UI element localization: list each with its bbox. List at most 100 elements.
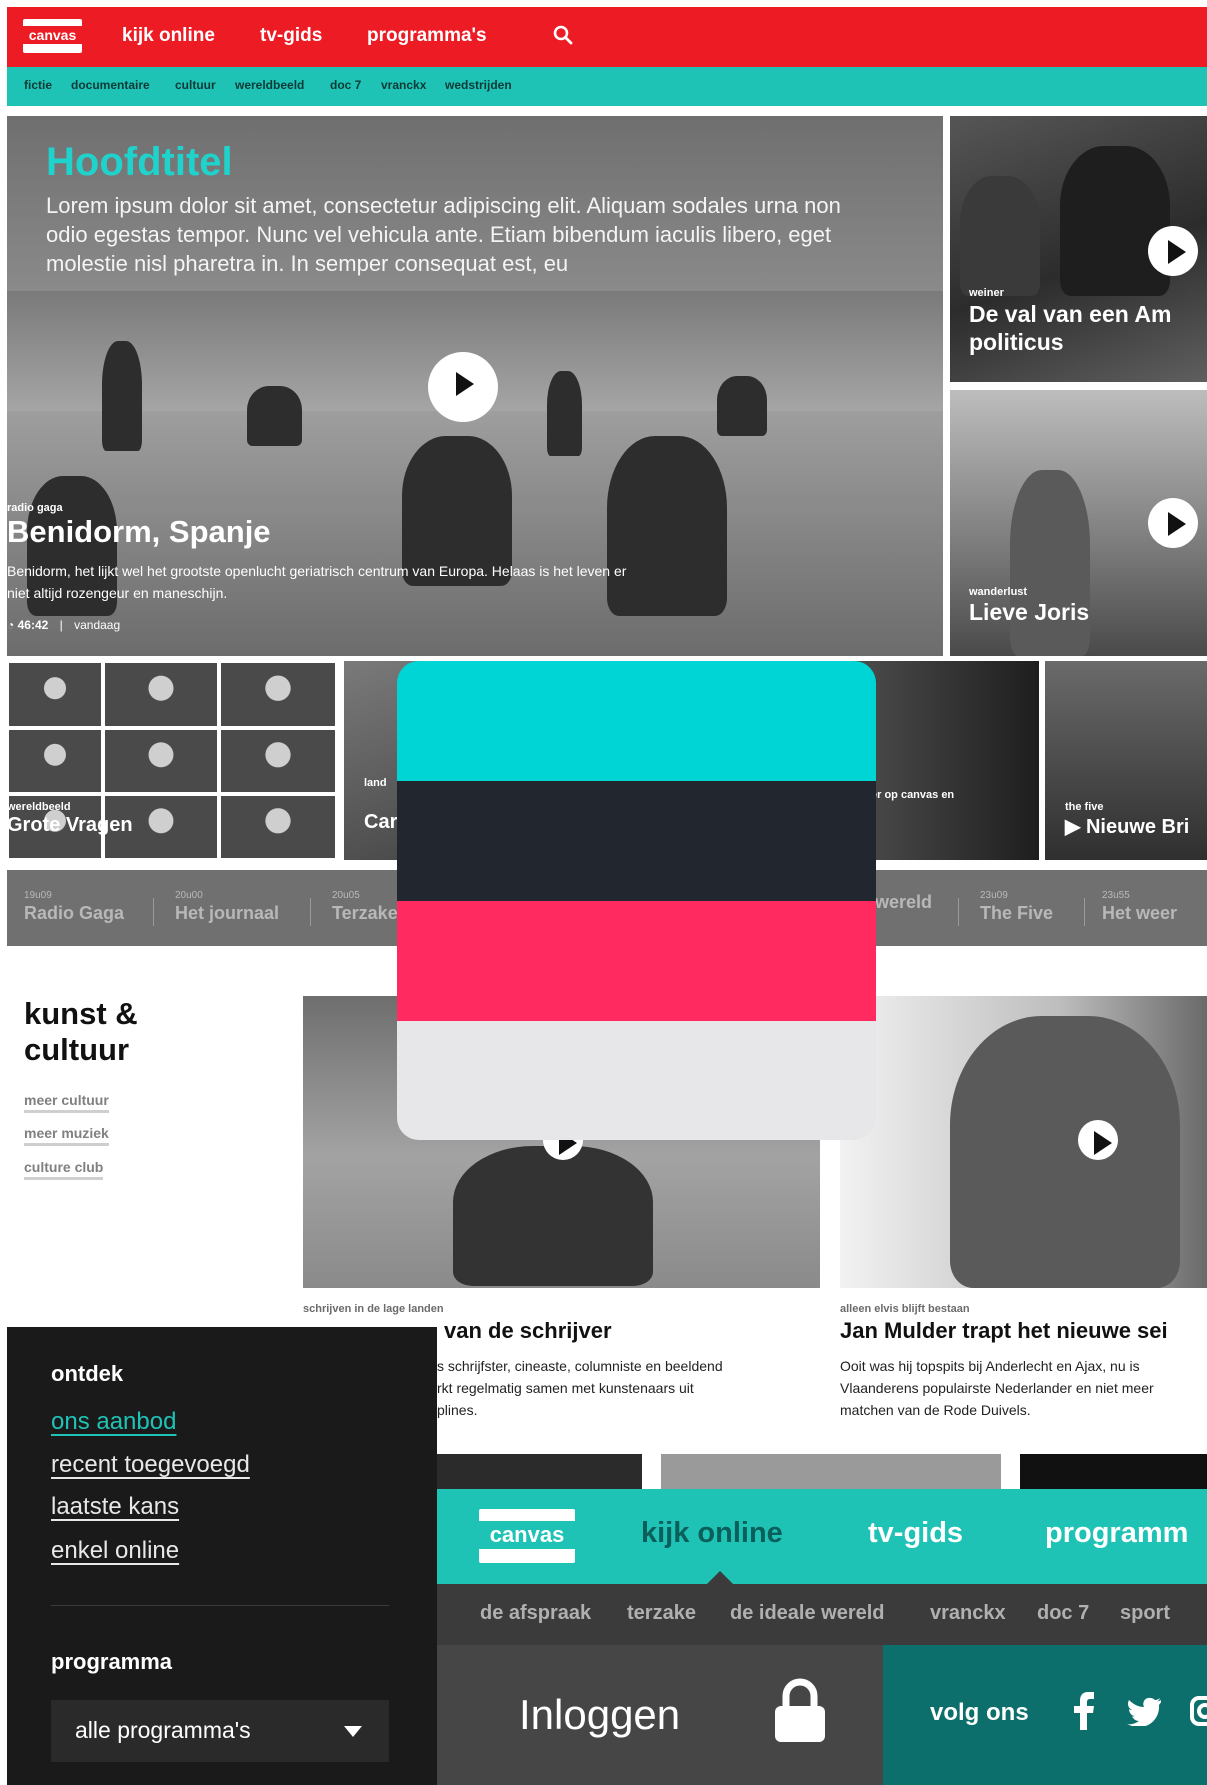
lock-icon bbox=[775, 1678, 825, 1742]
thumb-kicker: the five bbox=[1065, 801, 1104, 813]
portrait-thumb bbox=[103, 661, 219, 728]
thumb-grote-vragen[interactable]: wereldbeeld Grote Vragen bbox=[7, 661, 337, 860]
subnav-sport[interactable]: sport bbox=[1120, 1602, 1170, 1625]
nav-tv-gids[interactable]: tv-gids bbox=[260, 25, 322, 47]
twitter-icon[interactable] bbox=[1125, 1696, 1161, 1726]
thumb-the-five[interactable]: the five ▶ Nieuwe Bri bbox=[1045, 661, 1207, 860]
side-card-weiner[interactable]: weiner De val van een Am politicus bbox=[950, 116, 1207, 382]
side-card-title[interactable]: Lieve Joris bbox=[969, 599, 1089, 626]
subnav-doc7[interactable]: doc 7 bbox=[1037, 1602, 1089, 1625]
card-kicker: schrijven in de lage landen bbox=[303, 1303, 444, 1315]
play-icon[interactable] bbox=[428, 352, 498, 422]
hero-heading: Hoofdtitel bbox=[46, 140, 233, 184]
follow-panel: volg ons bbox=[883, 1645, 1207, 1785]
tv-guide-item[interactable]: 23u55 Het weer bbox=[1102, 890, 1177, 924]
tv-guide-item[interactable]: wereld bbox=[875, 890, 932, 913]
canvas-logo[interactable]: canvas bbox=[23, 19, 82, 53]
subnav-vranckx[interactable]: vranckx bbox=[930, 1602, 1006, 1625]
hero-lorem-text: Lorem ipsum dolor sit amet, consectetur … bbox=[46, 193, 841, 276]
portrait-thumb bbox=[219, 794, 337, 860]
programma-select[interactable]: alle programma's bbox=[51, 1700, 389, 1762]
nav-kijk-online[interactable]: kijk online bbox=[641, 1517, 783, 1550]
facebook-icon[interactable] bbox=[1073, 1692, 1095, 1730]
subnav-de-ideale-wereld[interactable]: de ideale wereld bbox=[730, 1602, 885, 1625]
search-icon[interactable] bbox=[553, 25, 573, 47]
card-description-line: Ooit was hij topspits bij Anderlecht en … bbox=[840, 1358, 1140, 1374]
subnav-wereldbeeld[interactable]: wereldbeeld bbox=[235, 78, 304, 92]
tv-guide-item[interactable]: 20u00 Het journaal bbox=[175, 890, 279, 924]
beach-figure bbox=[717, 376, 767, 436]
card-description-line: Vlaanderens populairste Nederlander en n… bbox=[840, 1380, 1154, 1396]
play-icon[interactable] bbox=[1148, 498, 1198, 548]
play-icon[interactable] bbox=[1148, 226, 1198, 276]
card-image-jan-mulder[interactable] bbox=[840, 996, 1207, 1288]
thumb-title-text: Nieuwe Bri bbox=[1085, 816, 1190, 838]
tv-program: Terzake bbox=[332, 903, 398, 923]
nav-tv-gids[interactable]: tv-gids bbox=[868, 1517, 963, 1550]
subnav-wedstrijden[interactable]: wedstrijden bbox=[445, 78, 512, 92]
card-description-line: matchen van de Rode Duivels. bbox=[840, 1402, 1031, 1418]
tv-time: 23u09 bbox=[980, 890, 1008, 901]
subnav-vranckx[interactable]: vranckx bbox=[381, 78, 426, 92]
card-description-line: plines. bbox=[437, 1402, 478, 1418]
beach-figure bbox=[247, 386, 302, 446]
side-card-lieve-joris[interactable]: wanderlust Lieve Joris bbox=[950, 390, 1207, 656]
thumb-title[interactable]: Grote Vragen bbox=[7, 814, 133, 837]
subnav-terzake[interactable]: terzake bbox=[627, 1602, 696, 1625]
menu-link-recent-toegevoegd[interactable]: recent toegevoegd bbox=[51, 1451, 250, 1479]
section-title: kunst & cultuur bbox=[24, 996, 138, 1068]
hero-kicker: radio gaga bbox=[7, 502, 63, 514]
login-label[interactable]: Inloggen bbox=[519, 1691, 680, 1739]
hero-card[interactable]: Hoofdtitel Lorem ipsum dolor sit amet, c… bbox=[7, 116, 943, 656]
link-meer-muziek[interactable]: meer muziek bbox=[24, 1125, 109, 1146]
card-image-crowd bbox=[960, 176, 1040, 296]
canvas-logo[interactable]: canvas bbox=[479, 1509, 575, 1563]
login-panel[interactable]: Inloggen bbox=[437, 1645, 883, 1785]
menu-heading-ontdek: ontdek bbox=[51, 1361, 124, 1386]
card-title[interactable]: van de schrijver bbox=[444, 1318, 612, 1344]
tv-guide-item[interactable]: 20u05 Terzake bbox=[332, 890, 398, 924]
tv-guide-item[interactable]: 23u09 The Five bbox=[980, 890, 1053, 924]
link-meer-cultuur[interactable]: meer cultuur bbox=[24, 1092, 109, 1113]
play-icon[interactable] bbox=[1078, 1120, 1118, 1160]
side-card-title[interactable]: De val van een Am politicus bbox=[969, 300, 1207, 356]
side-card-kicker: wanderlust bbox=[969, 586, 1028, 598]
tv-time: 19u09 bbox=[24, 890, 52, 901]
nav-kijk-online[interactable]: kijk online bbox=[122, 25, 215, 47]
side-menu: ontdek ons aanbod recent toegevoegd laat… bbox=[7, 1327, 437, 1785]
card-description-line: rkt regelmatig samen met kunstenaars uit bbox=[437, 1380, 694, 1396]
thumb-title[interactable]: ▶ Nieuwe Bri bbox=[1065, 814, 1189, 839]
menu-link-laatste-kans[interactable]: laatste kans bbox=[51, 1493, 179, 1521]
tv-program: Het journaal bbox=[175, 903, 280, 923]
hero-title[interactable]: Benidorm, Spanje bbox=[7, 514, 271, 550]
palette-swatch bbox=[397, 901, 876, 1021]
menu-link-enkel-online[interactable]: enkel online bbox=[51, 1537, 179, 1565]
subnav-fictie[interactable]: fictie bbox=[24, 78, 52, 92]
subnav-documentaire[interactable]: documentaire bbox=[71, 78, 150, 92]
instagram-icon[interactable] bbox=[1189, 1695, 1207, 1727]
follow-label: volg ons bbox=[930, 1699, 1029, 1726]
palette-swatch bbox=[397, 1021, 876, 1140]
subnav-doc7[interactable]: doc 7 bbox=[330, 78, 361, 92]
subnav-cultuur[interactable]: cultuur bbox=[175, 78, 216, 92]
subnav-de-afspraak[interactable]: de afspraak bbox=[480, 1602, 591, 1625]
palette-swatch bbox=[397, 661, 876, 781]
section-title-line: cultuur bbox=[24, 1032, 130, 1067]
active-indicator-caret bbox=[707, 1571, 733, 1584]
thumb-kicker: er op canvas en bbox=[871, 789, 955, 801]
beach-figure bbox=[102, 341, 142, 451]
card-image-person bbox=[1010, 470, 1090, 656]
tv-guide-item[interactable]: 19u09 Radio Gaga bbox=[24, 890, 124, 924]
hero-meta: ◔ 46:42 | vandaag bbox=[7, 618, 120, 632]
tv-time: 23u55 bbox=[1102, 890, 1130, 901]
select-value: alle programma's bbox=[75, 1717, 251, 1743]
link-culture-club[interactable]: culture club bbox=[24, 1159, 104, 1180]
card-kicker: alleen elvis blijft bestaan bbox=[840, 1303, 970, 1315]
nav-programmas[interactable]: programm bbox=[1045, 1517, 1188, 1550]
thumb-title[interactable]: Car bbox=[364, 811, 397, 834]
tv-program: The Five bbox=[980, 903, 1054, 923]
menu-link-ons-aanbod[interactable]: ons aanbod bbox=[51, 1408, 176, 1436]
portrait-thumb bbox=[219, 661, 337, 728]
nav-programmas[interactable]: programma's bbox=[367, 25, 487, 47]
card-title[interactable]: Jan Mulder trapt het nieuwe sei bbox=[840, 1318, 1168, 1344]
